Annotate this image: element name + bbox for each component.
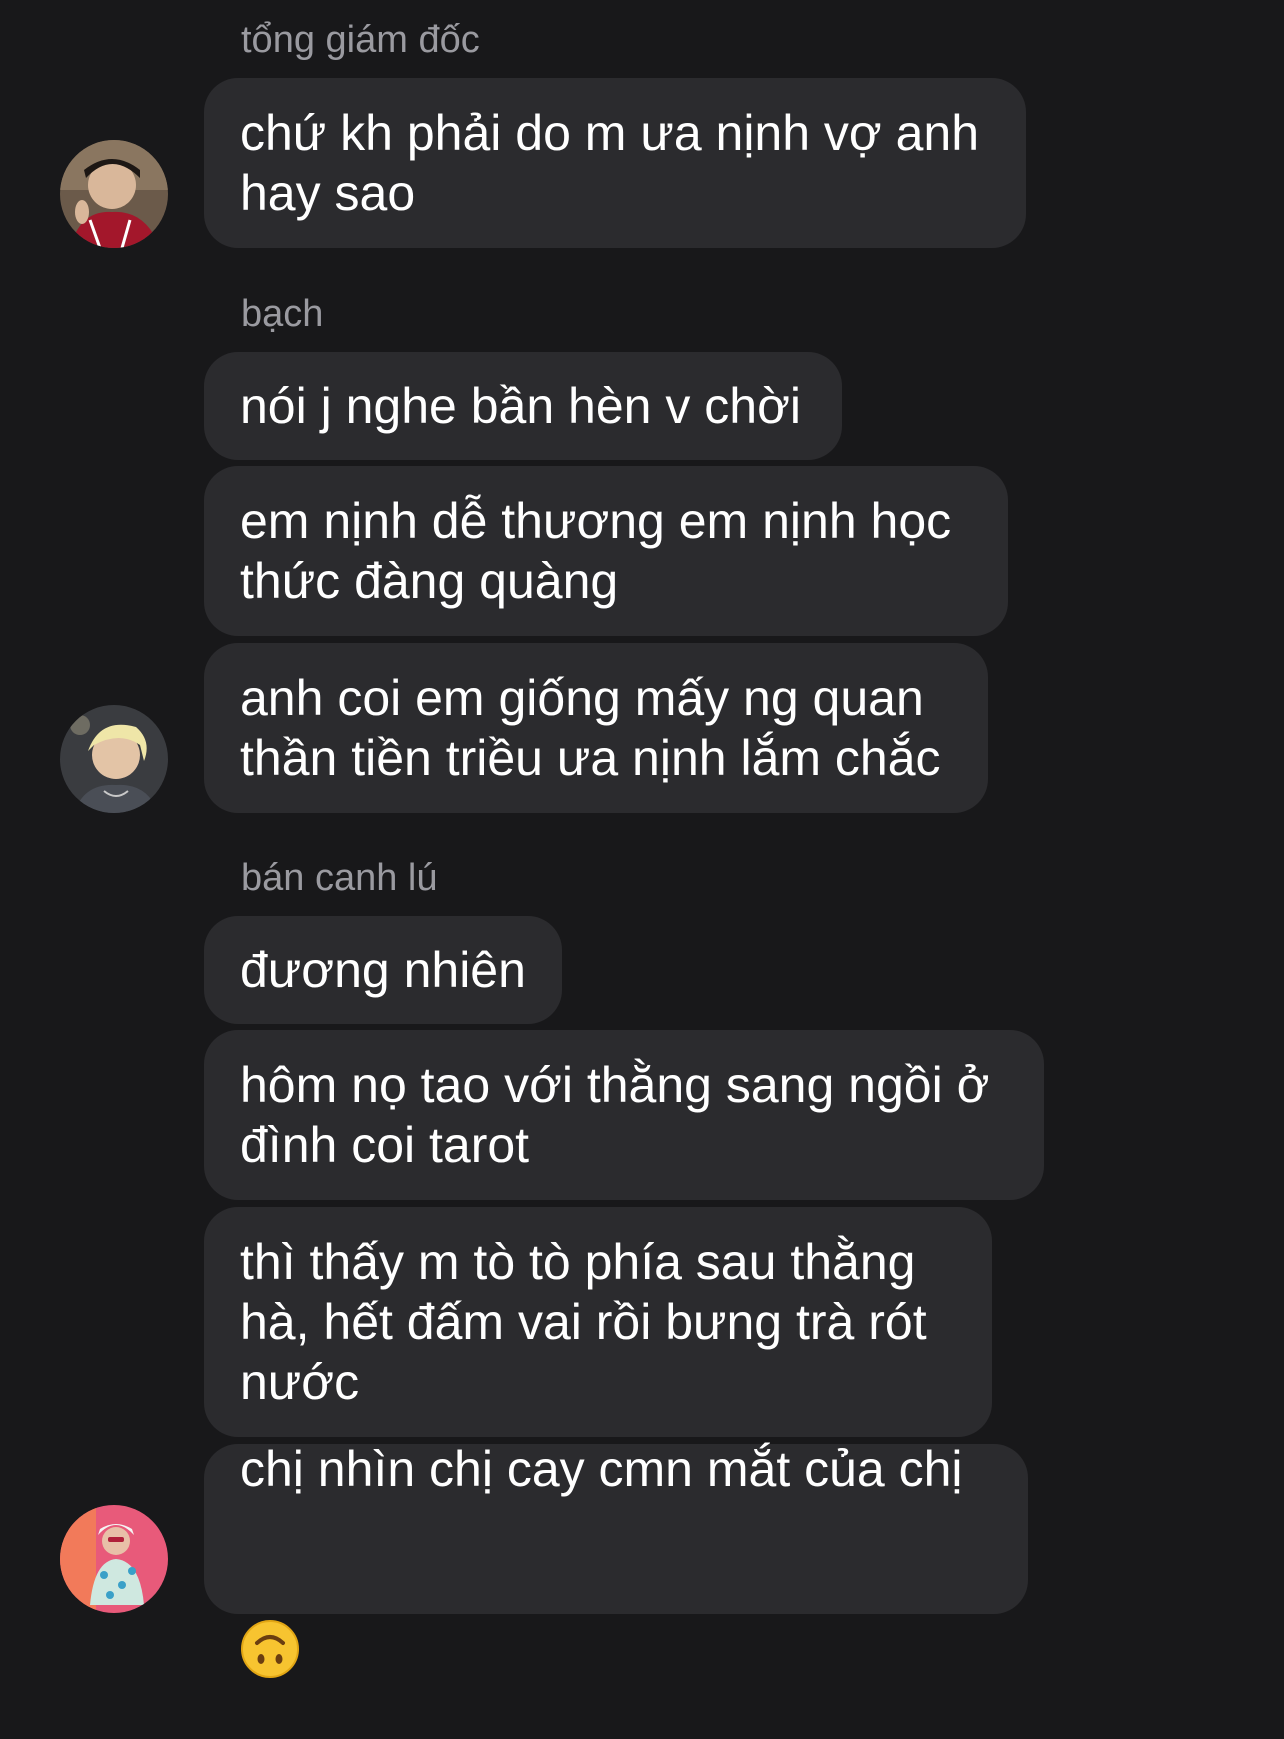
sender-name: tổng giám đốc <box>241 19 480 61</box>
chat-thread: tổng giám đốc chứ kh phải do m ưa nịnh v… <box>0 0 1284 1678</box>
message-text: anh coi em giống mấy ng quan thần tiền t… <box>240 670 941 786</box>
message-bubble[interactable]: chứ kh phải do m ưa nịnh vợ anh hay sao <box>204 78 1026 248</box>
message-bubble[interactable]: đương nhiên <box>204 916 562 1024</box>
message-bubble[interactable]: hôm nọ tao với thằng sang ngồi ở đình co… <box>204 1030 1044 1200</box>
avatar-bach[interactable] <box>60 705 168 813</box>
message-bubble[interactable]: chị nhìn chị cay cmn mắt của chị <box>204 1441 1028 1678</box>
avatar-image <box>60 705 168 813</box>
sender-name: bán canh lú <box>241 857 438 899</box>
message-bubble[interactable]: anh coi em giống mấy ng quan thần tiền t… <box>204 643 988 813</box>
message-text-line: chị nhìn chị cay cmn mắt của chị <box>240 1441 963 1497</box>
message-bubble[interactable]: nói j nghe bần hèn v chời <box>204 352 842 460</box>
message-text: em nịnh dễ thương em nịnh học thức đàng … <box>240 493 952 609</box>
message-text: chứ kh phải do m ưa nịnh vợ anh hay sao <box>240 105 980 221</box>
sender-name: bạch <box>241 293 324 335</box>
message-text: đương nhiên <box>240 942 526 998</box>
avatar-tong-giam-doc[interactable] <box>60 140 168 248</box>
message-text: nói j nghe bần hèn v chời <box>240 378 801 434</box>
message-text: chị nhìn chị cay cmn mắt của chị <box>240 1379 963 1679</box>
message-text: hôm nọ tao với thằng sang ngồi ở đình co… <box>240 1057 990 1173</box>
avatar-image <box>60 1505 168 1613</box>
message-bubble[interactable]: em nịnh dễ thương em nịnh học thức đàng … <box>204 466 1008 636</box>
upside-down-face-emoji <box>240 1559 300 1678</box>
avatar-ban-canh-lu[interactable] <box>60 1505 168 1613</box>
avatar-image <box>60 140 168 248</box>
